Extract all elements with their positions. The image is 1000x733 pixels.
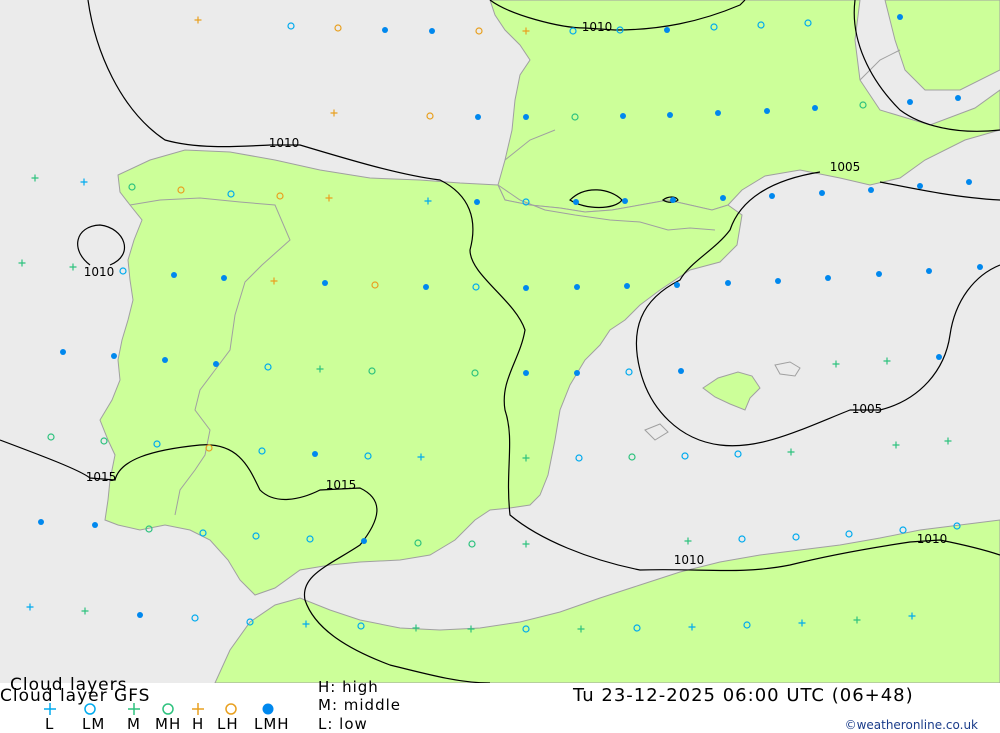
- cloud-marker-lmh: [523, 370, 529, 376]
- cloud-marker-lmh: [678, 368, 684, 374]
- cloud-marker-lmh: [574, 370, 580, 376]
- isobar-label: 1005: [852, 402, 883, 416]
- cloud-marker-lmh: [423, 284, 429, 290]
- legend-code-mh: MH: [155, 715, 182, 733]
- cloud-marker-lmh: [92, 522, 98, 528]
- legend-key-middle: M: middle: [318, 696, 401, 714]
- cloud-marker-lmh: [715, 110, 721, 116]
- cloud-marker-lmh: [725, 280, 731, 286]
- cloud-marker-lmh: [622, 198, 628, 204]
- cloud-marker-lmh: [670, 197, 676, 203]
- cloud-marker-lmh: [720, 195, 726, 201]
- cloud-marker-lmh: [764, 108, 770, 114]
- isobar-label: 1010: [84, 265, 115, 279]
- legend-key-low: L: low: [318, 715, 368, 733]
- credit-link[interactable]: ©weatheronline.co.uk: [845, 718, 978, 732]
- legend: Cloud layers Cloud layer GFS L LM M MH H…: [0, 677, 1000, 733]
- cloud-marker-lmh: [775, 278, 781, 284]
- cloud-marker-lmh: [674, 282, 680, 288]
- cloud-marker-lmh: [977, 264, 983, 270]
- cloud-marker-lmh: [868, 187, 874, 193]
- cloud-marker-lmh: [936, 354, 942, 360]
- cloud-marker-lmh: [664, 27, 670, 33]
- cloud-marker-lmh: [624, 283, 630, 289]
- cloud-marker-lmh: [474, 199, 480, 205]
- isobar-label: 1005: [830, 160, 861, 174]
- isobar-label: 1015: [326, 478, 357, 492]
- cloud-marker-lmh: [819, 190, 825, 196]
- cloud-marker-lmh: [876, 271, 882, 277]
- cloud-layer-map: 1010 1010 1005 1010 1005 1015 1015 1010 1010: [0, 0, 1000, 683]
- cloud-marker-lmh: [60, 349, 66, 355]
- isobar-label: 1010: [582, 20, 613, 34]
- forecast-datetime: Tu 23-12-2025 06:00 UTC (06+48): [573, 685, 914, 706]
- legend-code-h: H: [192, 715, 205, 733]
- legend-code-lm: LM: [82, 715, 106, 733]
- cloud-marker-lmh: [812, 105, 818, 111]
- legend-code-l: L: [45, 715, 55, 733]
- cloud-marker-lmh: [221, 275, 227, 281]
- cloud-marker-lmh: [171, 272, 177, 278]
- cloud-marker-lmh: [907, 99, 913, 105]
- cloud-marker-lmh: [475, 114, 481, 120]
- cloud-marker-lmh: [955, 95, 961, 101]
- cloud-marker-lmh: [137, 612, 143, 618]
- cloud-marker-lmh: [926, 268, 932, 274]
- cloud-marker-lmh: [162, 357, 168, 363]
- cloud-marker-lmh: [523, 285, 529, 291]
- legend-code-lh: LH: [217, 715, 239, 733]
- cloud-marker-lmh: [966, 179, 972, 185]
- cloud-marker-lmh: [111, 353, 117, 359]
- legend-code-m: M: [127, 715, 141, 733]
- cloud-marker-lmh: [382, 27, 388, 33]
- cloud-marker-lmh: [769, 193, 775, 199]
- legend-key-high: H: high: [318, 678, 379, 696]
- cloud-marker-lmh: [322, 280, 328, 286]
- cloud-marker-lmh: [573, 199, 579, 205]
- isobar-label: 1010: [674, 553, 705, 567]
- cloud-marker-lmh: [574, 284, 580, 290]
- cloud-marker-lmh: [917, 183, 923, 189]
- isobar-label: 1015: [86, 470, 117, 484]
- cloud-marker-lmh: [429, 28, 435, 34]
- cloud-marker-lmh: [667, 112, 673, 118]
- cloud-marker-lmh: [213, 361, 219, 367]
- isobar-label: 1010: [269, 136, 300, 150]
- cloud-marker-lmh: [897, 14, 903, 20]
- isobar-label: 1010: [917, 532, 948, 546]
- legend-code-lmh: LMH: [254, 715, 290, 733]
- cloud-marker-lmh: [620, 113, 626, 119]
- cloud-marker-lmh: [312, 451, 318, 457]
- cloud-marker-lmh: [523, 114, 529, 120]
- cloud-marker-lmh: [825, 275, 831, 281]
- cloud-marker-lmh: [38, 519, 44, 525]
- cloud-marker-lmh: [361, 538, 367, 544]
